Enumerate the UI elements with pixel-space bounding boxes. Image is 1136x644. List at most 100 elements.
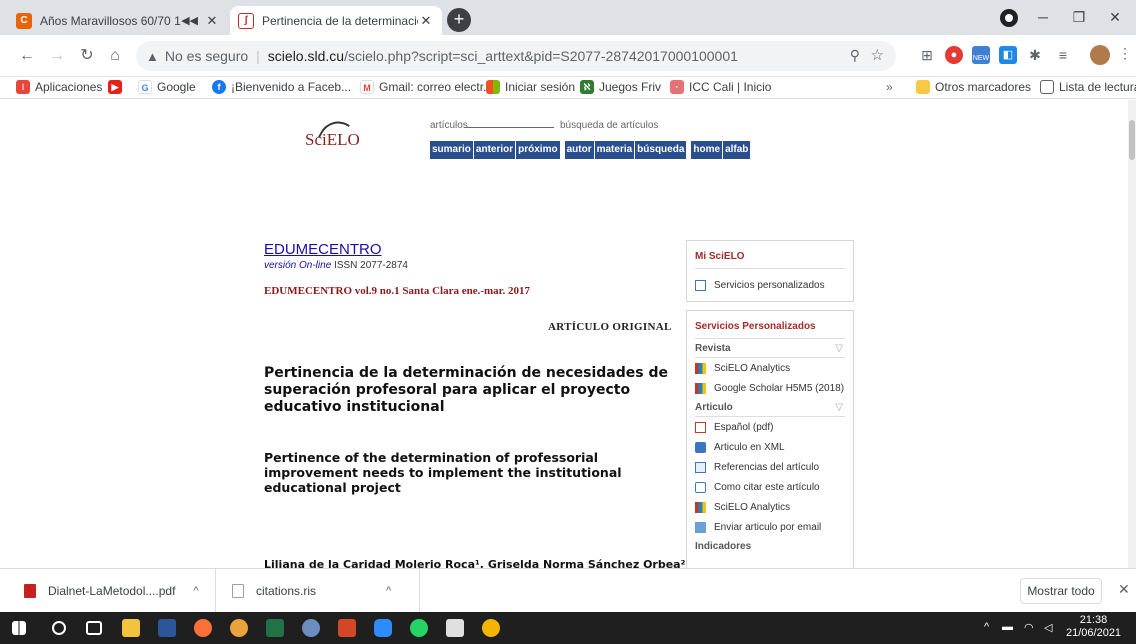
bookmark-juegos-friv[interactable]: ℵ Juegos Friv (580, 80, 661, 94)
close-window-button[interactable]: ✕ (1092, 0, 1136, 35)
tab-anos-maravillosos[interactable]: C Años Maravillosos 60/70 134 ◀◀ ✕ (8, 6, 228, 35)
article-title-en: Pertinence of the determination of profe… (264, 450, 622, 495)
email-article-link[interactable]: Enviar articulo por email (695, 517, 845, 537)
reading-list-button[interactable]: Lista de lectura (1040, 80, 1136, 94)
bookmark-icc-cali[interactable]: · ICC Cali | Inicio (670, 80, 771, 94)
personalized-services-link[interactable]: Servicios personalizados (695, 275, 845, 295)
item-label: Referencias del artículo (714, 461, 820, 473)
other-bookmarks-folder[interactable]: Otros marcadores (916, 80, 1031, 94)
file-explorer-icon[interactable] (122, 619, 140, 637)
xml-link[interactable]: Articulo en XML (695, 437, 845, 457)
bookmark-star-icon[interactable]: ☆ (871, 46, 884, 64)
address-bar[interactable]: ▲ No es seguro | scielo.sld.cu/scielo.ph… (136, 41, 896, 71)
bookmark-gmail[interactable]: M Gmail: correo electr... (360, 80, 493, 94)
nav-sumario-button[interactable]: sumario (430, 141, 473, 159)
system-clock[interactable]: 21:38 21/06/2021 (1066, 614, 1121, 640)
tab-pertinencia[interactable]: ʃ Pertinencia de la determinación ✕ (230, 6, 442, 35)
nav-home-button[interactable]: home (691, 141, 723, 159)
back-arrow-icon[interactable]: ← (16, 45, 38, 67)
journal-link[interactable]: EDUMECENTRO (264, 241, 382, 258)
reload-icon[interactable]: ↻ (76, 45, 98, 67)
bookmark-apps[interactable]: ⁝ Aplicaciones (16, 80, 102, 94)
scielo-analytics-journal-link[interactable]: SciELO Analytics (695, 358, 845, 378)
services-icon (695, 279, 706, 291)
show-all-button[interactable]: Mostrar todo (1020, 578, 1102, 604)
google-icon: G (138, 80, 152, 94)
bookmarks-more-button[interactable]: » (886, 80, 893, 94)
close-downloads-icon[interactable]: ✕ (1118, 581, 1130, 598)
firefox-icon[interactable] (194, 619, 212, 637)
services-title: Servicios Personalizados (695, 321, 845, 339)
security-status[interactable]: No es seguro (165, 48, 248, 64)
section-articulo[interactable]: Articulo ▽ (695, 402, 845, 417)
pdf-link[interactable]: Español (pdf) (695, 417, 845, 437)
word-icon[interactable] (158, 619, 176, 637)
section-revista[interactable]: Revista ▽ (695, 343, 845, 358)
bookmark-youtube[interactable]: ▶ (108, 80, 127, 94)
download-item-ris[interactable]: citations.ris ^ (216, 569, 420, 612)
cite-icon (695, 481, 706, 493)
bookmark-facebook[interactable]: f ¡Bienvenido a Faceb... (212, 80, 351, 94)
download-item-pdf[interactable]: Dialnet-LaMetodol....pdf ^ (0, 569, 216, 612)
extension-red-icon[interactable]: ● (945, 46, 963, 64)
references-link[interactable]: Referencias del artículo (695, 457, 845, 477)
task-view-icon[interactable] (86, 621, 102, 635)
media-control-icon[interactable] (1000, 9, 1018, 27)
chevron-up-icon[interactable]: ^ (386, 585, 391, 597)
tray-chevron-icon[interactable]: ^ (984, 621, 989, 633)
section-label: Articulo (695, 402, 733, 413)
nav-alfab-button[interactable]: alfab (723, 141, 751, 159)
close-tab-icon[interactable]: ✕ (204, 13, 220, 29)
calculator-icon[interactable] (446, 619, 464, 637)
bookmark-iniciar-sesion[interactable]: Iniciar sesión (486, 80, 575, 94)
chevron-down-icon: ▽ (835, 402, 843, 413)
nav-autor-button[interactable]: autor (564, 141, 594, 159)
reading-list-icon[interactable]: ≡ (1054, 46, 1072, 64)
whatsapp-icon[interactable] (410, 619, 428, 637)
page-scrollbar[interactable] (1128, 100, 1136, 568)
paint-icon[interactable] (302, 619, 320, 637)
chrome-icon[interactable] (230, 619, 248, 637)
nav-anterior-button[interactable]: anterior (473, 141, 516, 159)
scrollbar-thumb[interactable] (1129, 120, 1135, 160)
forward-arrow-icon[interactable]: → (46, 45, 68, 67)
scielo-logo[interactable]: SciELO (305, 114, 360, 150)
windows-start-icon[interactable] (12, 621, 26, 635)
nav-group-articles-label: artículos (430, 120, 468, 131)
volume-icon[interactable]: ◁ (1044, 621, 1052, 634)
battery-icon[interactable]: ▬ (1002, 621, 1013, 633)
extension-blue-icon[interactable]: ◧ (999, 46, 1017, 64)
apps-grid-icon[interactable]: ⊞ (918, 46, 936, 64)
nav-materia-button[interactable]: materia (594, 141, 635, 159)
excel-icon[interactable] (266, 619, 284, 637)
bookmark-label: Aplicaciones (35, 80, 103, 94)
search-icon[interactable] (52, 621, 66, 635)
nav-busqueda-button[interactable]: búsqueda (635, 141, 687, 159)
download-filename: citations.ris (256, 583, 317, 598)
close-tab-icon[interactable]: ✕ (418, 13, 434, 29)
profile-avatar[interactable] (1090, 45, 1110, 65)
bar-chart-icon (695, 501, 706, 513)
home-icon[interactable]: ⌂ (104, 45, 126, 67)
warning-icon[interactable]: ▲ (146, 49, 159, 64)
nav-proximo-button[interactable]: próximo (516, 141, 560, 159)
cite-link[interactable]: Como citar este artículo (695, 477, 845, 497)
new-tab-button[interactable]: + (447, 8, 471, 32)
section-label: Indicadores (695, 541, 752, 552)
zoom-app-icon[interactable] (374, 619, 392, 637)
microsoft-icon (486, 80, 500, 94)
extensions-puzzle-icon[interactable]: ✱ (1026, 46, 1044, 64)
wifi-icon[interactable]: ◠ (1024, 621, 1034, 634)
powerpoint-icon[interactable] (338, 619, 356, 637)
bookmark-google[interactable]: G Google (138, 80, 196, 94)
chevron-up-icon[interactable]: ^ (193, 585, 198, 597)
item-label: Español (pdf) (714, 421, 774, 433)
audio-playing-icon[interactable]: ◀◀ (181, 14, 198, 27)
drive-app-icon[interactable] (482, 619, 500, 637)
extension-new-icon[interactable]: NEW (972, 46, 990, 64)
menu-kebab-icon[interactable]: ⋮ (1118, 45, 1132, 62)
section-indicadores[interactable]: Indicadores (695, 541, 845, 555)
scielo-analytics-article-link[interactable]: SciELO Analytics (695, 497, 845, 517)
google-scholar-link[interactable]: Google Scholar H5M5 (2018) (695, 378, 845, 398)
zoom-search-icon[interactable]: ⚲ (850, 47, 860, 64)
